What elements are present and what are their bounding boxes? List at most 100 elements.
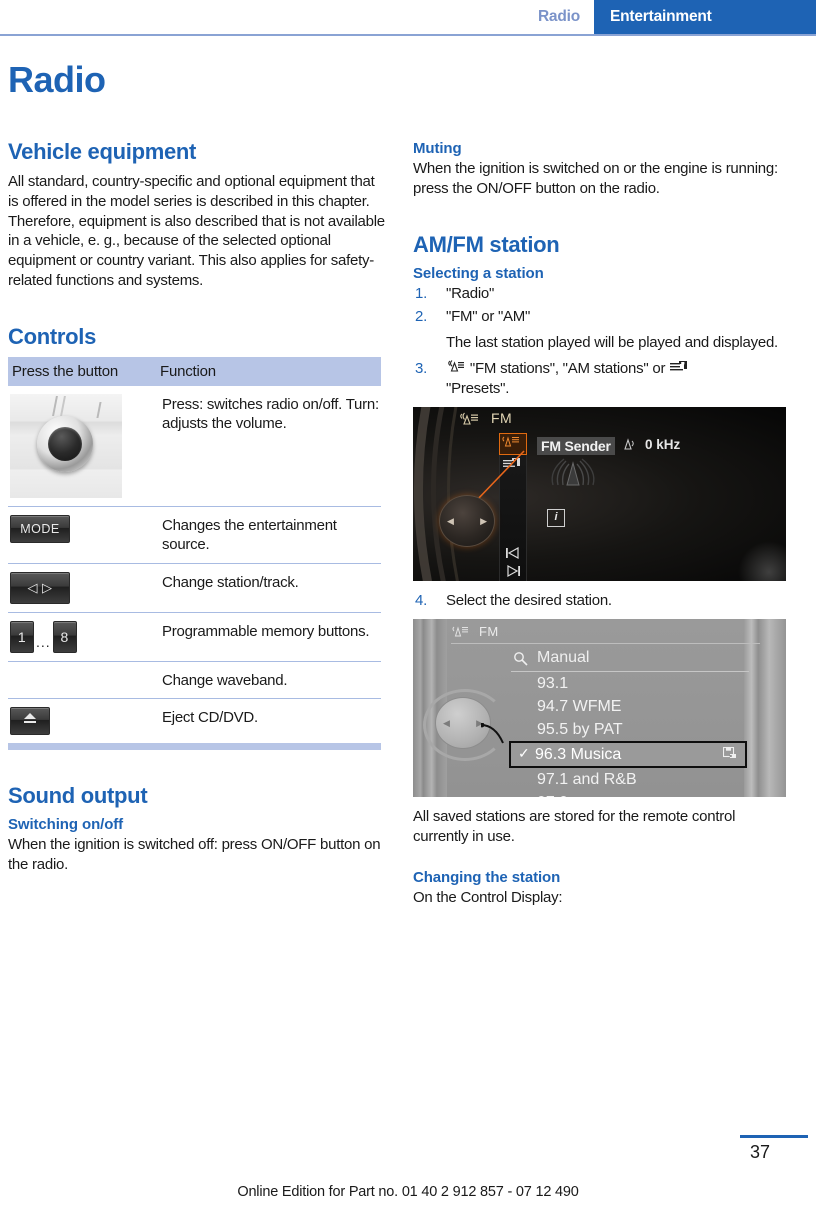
- status-label-fm: FM: [491, 410, 513, 427]
- step-3: "FM stations", "AM stations" or "Presets…: [413, 359, 792, 399]
- memory-buttons-icon: 1 ... 8: [10, 620, 156, 653]
- list-item-label: 93.1: [537, 674, 569, 692]
- seek-arrows-button-icon: ◁ ▷: [10, 571, 70, 604]
- table-header-row: Press the button Function: [8, 356, 381, 386]
- station-name-label: FM Sender: [537, 437, 615, 456]
- idrive-status-bar: FM: [451, 623, 760, 645]
- column-header-press-the-button: Press the button: [8, 356, 156, 386]
- header-divider: [0, 34, 816, 36]
- cell-icon: 1 ... 8: [8, 612, 156, 662]
- table-row: ◁ ▷ Change station/track.: [8, 563, 381, 613]
- list-item-label: 96.3 Musica: [535, 745, 622, 763]
- callout-leader-line: [481, 723, 504, 744]
- eject-button-icon: [10, 707, 50, 736]
- cell-function: Eject CD/DVD.: [162, 709, 258, 727]
- selecting-station-steps-cont2: Select the desired station.: [413, 591, 792, 611]
- left-column: Vehicle equipment All standard, country-…: [8, 139, 387, 875]
- step-4-text: Select the desired station.: [446, 592, 612, 610]
- cell-function: Press: switches radio on/off. Turn: adju…: [156, 385, 381, 507]
- cell-icon: ◁ ▷: [8, 563, 156, 613]
- list-item[interactable]: 93.1: [511, 672, 749, 695]
- step-3-text-line2: "Presets".: [446, 380, 510, 398]
- screen-glare: [738, 541, 786, 582]
- table-row: Eject CD/DVD.: [8, 699, 381, 744]
- right-arrow-icon: ▶: [480, 516, 487, 527]
- list-item-label: 95.5 by PAT: [537, 720, 623, 738]
- cell-icon-empty: [8, 661, 156, 700]
- cell-function: Change waveband.: [156, 661, 381, 700]
- controls-table: Press the button Function Press: switche…: [8, 356, 381, 744]
- list-item-selected[interactable]: ✓ 96.3 Musica: [509, 741, 747, 769]
- volume-knob-photo: [10, 393, 122, 498]
- step-4: Select the desired station.: [413, 591, 792, 611]
- table-row: MODE Changes the entertainment source.: [8, 506, 381, 564]
- knob-core: [48, 426, 82, 461]
- mode-button-icon: MODE: [10, 514, 70, 543]
- subheading-muting: Muting: [413, 140, 462, 157]
- breadcrumb-radio: Radio: [537, 8, 580, 25]
- list-item-label: 97.9: [537, 794, 568, 798]
- ellipsis-icon: ...: [36, 633, 51, 650]
- subheading-switching-on-off: Switching on/off: [8, 816, 124, 833]
- cell-icon: [8, 699, 156, 744]
- fm-antenna-icon: [451, 625, 475, 642]
- heading-am-fm-station: AM/FM station: [413, 231, 560, 257]
- fm-stations-icon: [447, 360, 465, 375]
- antenna-small-icon: [623, 438, 637, 457]
- heading-vehicle-equipment: Vehicle equipment: [8, 139, 197, 164]
- signal-strength-graphic: [551, 458, 595, 486]
- frequency-label: 0 kHz: [645, 437, 681, 453]
- skip-previous-icon: [505, 547, 521, 562]
- breadcrumb-entertainment: Entertainment: [594, 0, 816, 34]
- list-item-label: 94.7 WFME: [537, 697, 622, 715]
- table-row: Press: switches radio on/off. Turn: adju…: [8, 385, 381, 507]
- left-arrow-icon: ◀: [447, 516, 454, 527]
- column-header-function: Function: [156, 356, 381, 386]
- list-item[interactable]: 97.9: [511, 791, 749, 798]
- selecting-station-steps: "Radio" "FM" or "AM": [413, 284, 792, 328]
- table-end-bar: [8, 743, 381, 751]
- save-preset-icon: [722, 747, 738, 760]
- step-3-text: "FM stations", "AM stations" or: [469, 360, 666, 378]
- step-2: "FM" or "AM": [413, 307, 792, 327]
- left-arrow-icon: ◀: [443, 718, 450, 729]
- table-row: Change waveband.: [8, 661, 381, 700]
- page-number-rule: [740, 1135, 808, 1138]
- search-icon: [513, 651, 529, 672]
- page-number: 37: [749, 1142, 770, 1162]
- dash-seam-icon: [96, 401, 102, 418]
- cell-function: Programmable memory buttons.: [156, 612, 381, 662]
- right-column: Muting When the ignition is switched on …: [413, 140, 792, 908]
- cell-function: Changes the entertainment source.: [156, 506, 381, 564]
- list-item[interactable]: 94.7 WFME: [511, 695, 749, 718]
- memory-button-1: 1: [10, 620, 34, 653]
- page-header: Radio Entertainment: [0, 0, 816, 34]
- list-item-manual[interactable]: Manual: [511, 647, 749, 673]
- station-list: Manual 93.1 94.7 WFME 95.5 by PAT ✓ 96.3…: [509, 647, 749, 798]
- dashboard-trim-right: [744, 619, 786, 798]
- page-title: Radio: [8, 59, 106, 100]
- step-1: "Radio": [413, 284, 792, 304]
- step-2-note: The last station played will be played a…: [446, 334, 778, 352]
- paragraph-muting: When the ignition is switched on or the …: [413, 160, 778, 197]
- info-badge: i: [547, 509, 565, 528]
- memory-button-8: 8: [52, 620, 77, 653]
- step-1-text: "Radio": [446, 284, 495, 302]
- selecting-station-steps-cont: "FM stations", "AM stations" or "Presets…: [413, 359, 792, 399]
- heading-controls: Controls: [8, 324, 97, 350]
- list-item-label: 97.1 and R&B: [537, 770, 637, 788]
- list-item[interactable]: 95.5 by PAT: [511, 718, 749, 741]
- checkmark-icon: ✓: [518, 745, 530, 762]
- cell-function: Change station/track.: [156, 563, 381, 613]
- idrive-fm-station-list-screenshot: FM Manual 93.1 94.7 WFME 95.5 by PAT ✓ 9…: [413, 619, 786, 798]
- heading-sound-output: Sound output: [8, 783, 148, 809]
- idrive-controller-knob: ◀ ▶: [439, 495, 495, 548]
- list-item[interactable]: 97.1 and R&B: [511, 768, 749, 791]
- paragraph-changing-the-station: On the Control Display:: [413, 889, 563, 906]
- paragraph-vehicle-equipment: All standard, country-specific and optio…: [8, 172, 385, 290]
- paragraph-switching-on-off: When the ignition is switched off: press…: [8, 836, 381, 873]
